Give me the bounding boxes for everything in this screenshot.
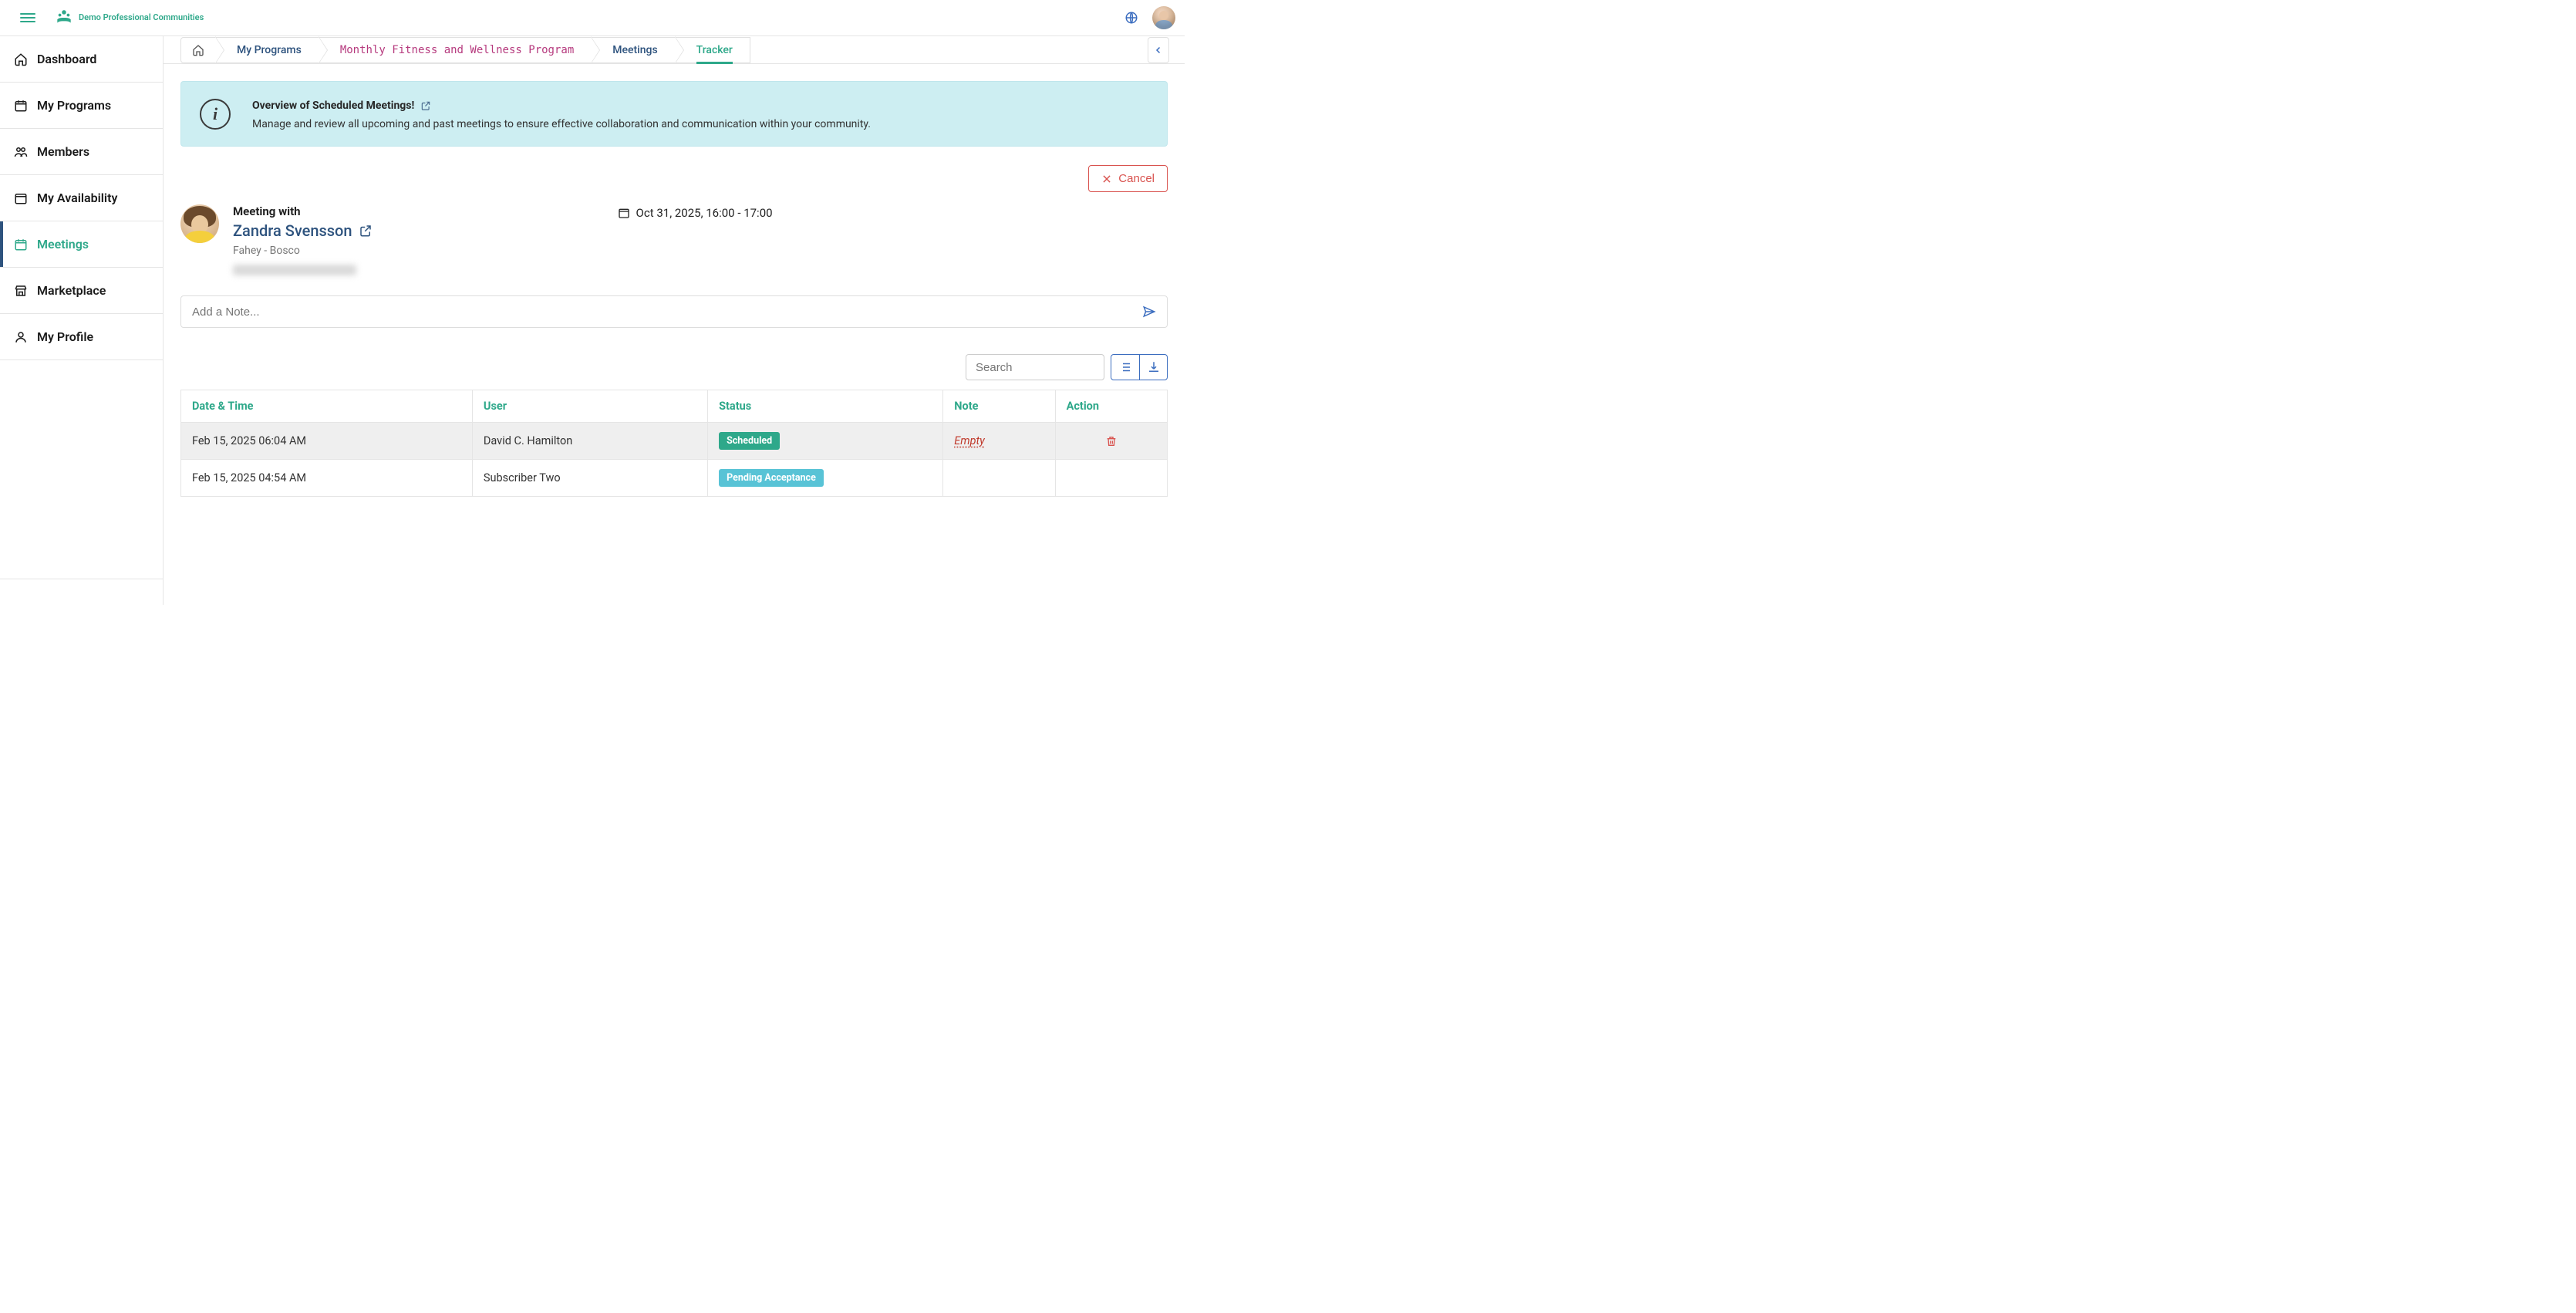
breadcrumb-tracker[interactable]: Tracker bbox=[675, 37, 750, 63]
cancel-button[interactable]: Cancel bbox=[1088, 165, 1168, 192]
meeting-person-link[interactable]: Zandra Svensson bbox=[233, 221, 373, 240]
calendar-icon bbox=[618, 207, 630, 219]
breadcrumb-home[interactable] bbox=[181, 37, 215, 63]
col-user[interactable]: User bbox=[472, 390, 707, 423]
table-search[interactable] bbox=[966, 354, 1104, 380]
note-empty-link[interactable]: Empty bbox=[954, 434, 985, 447]
breadcrumb-collapse-button[interactable] bbox=[1148, 37, 1169, 63]
breadcrumb-program-name[interactable]: Monthly Fitness and Wellness Program bbox=[319, 37, 591, 63]
topbar: Demo Professional Communities bbox=[0, 0, 1185, 36]
calendar-check-icon bbox=[14, 238, 28, 251]
info-banner: i Overview of Scheduled Meetings! Manage… bbox=[180, 81, 1168, 147]
logo-mark-icon bbox=[54, 8, 74, 28]
sidebar-item-my-programs[interactable]: My Programs bbox=[0, 83, 163, 129]
home-icon bbox=[14, 52, 28, 66]
external-link-icon[interactable] bbox=[420, 100, 431, 111]
banner-description: Manage and review all upcoming and past … bbox=[252, 118, 871, 130]
globe-icon[interactable] bbox=[1124, 11, 1138, 25]
download-icon bbox=[1147, 360, 1161, 374]
info-icon: i bbox=[200, 99, 231, 130]
meeting-datetime: Oct 31, 2025, 16:00 - 17:00 bbox=[618, 206, 773, 220]
cell-action bbox=[1055, 460, 1167, 497]
download-button[interactable] bbox=[1139, 355, 1167, 380]
sidebar-item-label: My Availability bbox=[37, 191, 117, 205]
sidebar-item-dashboard[interactable]: Dashboard bbox=[0, 36, 163, 83]
calendar-blank-icon bbox=[14, 191, 28, 205]
breadcrumb-meetings[interactable]: Meetings bbox=[591, 37, 674, 63]
meeting-person-avatar bbox=[180, 204, 219, 243]
meetings-table: Date & Time User Status Note Action Feb … bbox=[180, 390, 1168, 497]
col-note[interactable]: Note bbox=[943, 390, 1055, 423]
sidebar: Dashboard My Programs Members My Availab… bbox=[0, 36, 164, 605]
meeting-summary: Meeting with Zandra Svensson Fahey - Bos… bbox=[180, 204, 1168, 275]
sidebar-item-marketplace[interactable]: Marketplace bbox=[0, 268, 163, 314]
sidebar-item-my-profile[interactable]: My Profile bbox=[0, 314, 163, 360]
cell-datetime: Feb 15, 2025 04:54 AM bbox=[181, 460, 473, 497]
main-content: My Programs Monthly Fitness and Wellness… bbox=[164, 36, 1185, 605]
sidebar-item-label: Marketplace bbox=[37, 283, 106, 298]
breadcrumb-label: Monthly Fitness and Wellness Program bbox=[340, 44, 574, 56]
hamburger-menu-icon[interactable] bbox=[20, 10, 35, 25]
store-icon bbox=[14, 284, 28, 298]
banner-title: Overview of Scheduled Meetings! bbox=[252, 100, 414, 112]
status-badge: Pending Acceptance bbox=[719, 469, 824, 487]
col-datetime[interactable]: Date & Time bbox=[181, 390, 473, 423]
meeting-datetime-text: Oct 31, 2025, 16:00 - 17:00 bbox=[636, 206, 773, 220]
brand-name: Demo Professional Communities bbox=[79, 13, 204, 22]
breadcrumb-bar: My Programs Monthly Fitness and Wellness… bbox=[164, 36, 1185, 64]
chevron-left-icon bbox=[1154, 46, 1163, 55]
meeting-organization: Fahey - Bosco bbox=[233, 245, 373, 257]
breadcrumb-label: My Programs bbox=[237, 44, 302, 56]
meeting-redacted-text bbox=[233, 265, 356, 275]
user-icon bbox=[14, 330, 28, 344]
col-status[interactable]: Status bbox=[708, 390, 943, 423]
close-icon bbox=[1101, 174, 1112, 184]
cell-status: Scheduled bbox=[708, 423, 943, 460]
col-action[interactable]: Action bbox=[1055, 390, 1167, 423]
cell-action bbox=[1055, 423, 1167, 460]
sidebar-item-label: Dashboard bbox=[37, 52, 96, 66]
breadcrumb-my-programs[interactable]: My Programs bbox=[215, 37, 319, 63]
list-view-button[interactable] bbox=[1111, 355, 1139, 380]
external-link-icon bbox=[359, 224, 373, 238]
sidebar-item-my-availability[interactable]: My Availability bbox=[0, 175, 163, 221]
note-input[interactable] bbox=[192, 305, 1142, 319]
home-icon bbox=[192, 44, 204, 56]
status-badge: Scheduled bbox=[719, 432, 780, 450]
sidebar-footer-divider bbox=[0, 579, 163, 605]
calendar-icon bbox=[14, 99, 28, 113]
brand-logo[interactable]: Demo Professional Communities bbox=[54, 8, 204, 28]
add-note-field[interactable] bbox=[180, 295, 1168, 328]
sidebar-item-label: Meetings bbox=[37, 237, 89, 251]
breadcrumb-label: Tracker bbox=[696, 44, 733, 56]
users-icon bbox=[14, 145, 28, 159]
sidebar-item-label: Members bbox=[37, 144, 89, 159]
cell-note bbox=[943, 460, 1055, 497]
sidebar-item-meetings[interactable]: Meetings bbox=[0, 221, 163, 268]
list-icon bbox=[1118, 360, 1132, 374]
cell-datetime: Feb 15, 2025 06:04 AM bbox=[181, 423, 473, 460]
send-icon[interactable] bbox=[1142, 305, 1156, 319]
table-row: Feb 15, 2025 04:54 AM Subscriber Two Pen… bbox=[181, 460, 1168, 497]
cancel-button-label: Cancel bbox=[1118, 172, 1155, 185]
cell-note: Empty bbox=[943, 423, 1055, 460]
cell-user: David C. Hamilton bbox=[472, 423, 707, 460]
search-input[interactable] bbox=[976, 361, 1094, 374]
cell-status: Pending Acceptance bbox=[708, 460, 943, 497]
meeting-person-name: Zandra Svensson bbox=[233, 221, 352, 240]
sidebar-item-label: My Programs bbox=[37, 98, 111, 113]
cell-user: Subscriber Two bbox=[472, 460, 707, 497]
sidebar-item-label: My Profile bbox=[37, 329, 93, 344]
sidebar-item-members[interactable]: Members bbox=[0, 129, 163, 175]
current-user-avatar[interactable] bbox=[1152, 6, 1175, 29]
meeting-with-label: Meeting with bbox=[233, 204, 373, 218]
trash-icon[interactable] bbox=[1105, 435, 1118, 447]
table-toolbar bbox=[180, 354, 1168, 380]
breadcrumb-label: Meetings bbox=[612, 44, 657, 56]
table-row: Feb 15, 2025 06:04 AM David C. Hamilton … bbox=[181, 423, 1168, 460]
